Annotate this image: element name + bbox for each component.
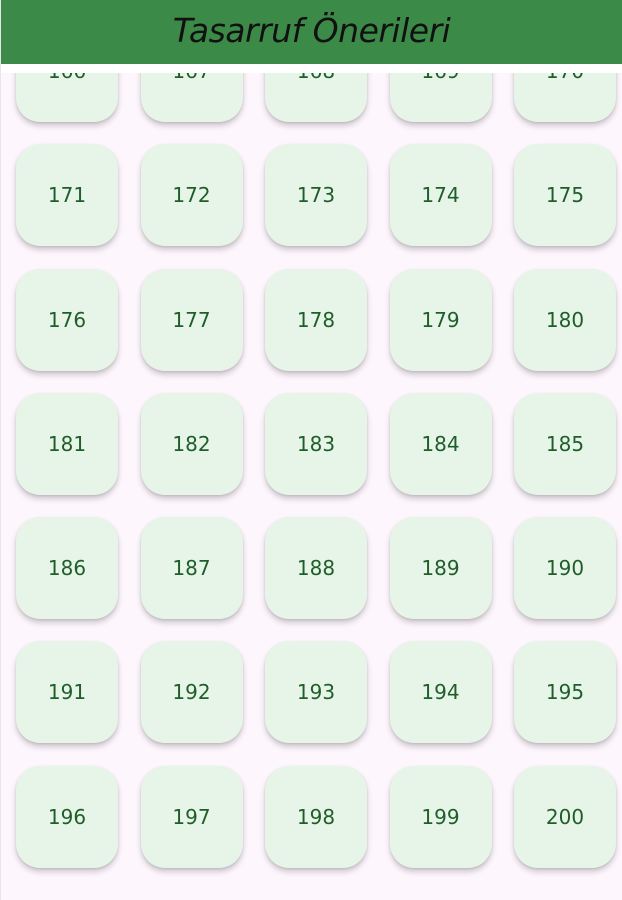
- suggestion-tile-label: 189: [421, 556, 460, 581]
- suggestion-tile-189[interactable]: 189: [389, 517, 492, 620]
- suggestion-tile-188[interactable]: 188: [265, 517, 367, 620]
- suggestion-tile-label: 188: [296, 556, 336, 581]
- suggestion-tile-label: 181: [47, 431, 87, 456]
- suggestion-tile-label: 193: [296, 680, 336, 705]
- suggestion-tile-170[interactable]: 170: [514, 73, 616, 122]
- suggestion-tile-label: 170: [546, 73, 584, 83]
- suggestion-tile-label: 176: [47, 307, 87, 332]
- suggestion-tile-label: 177: [172, 307, 211, 332]
- suggestion-tile-184[interactable]: 184: [389, 392, 492, 495]
- app-bar: Tasarruf Önerileri: [0, 0, 622, 64]
- suggestion-tile-label: 190: [545, 556, 585, 581]
- suggestion-tile-168[interactable]: 168: [265, 73, 367, 122]
- suggestion-tile-label: 178: [296, 307, 336, 332]
- divider: [0, 64, 622, 73]
- suggestion-tile-176[interactable]: 176: [16, 268, 118, 371]
- suggestion-tile-173[interactable]: 173: [265, 144, 367, 247]
- suggestion-tile-195[interactable]: 195: [514, 641, 616, 744]
- suggestion-tile-label: 184: [421, 431, 460, 456]
- suggestion-tile-181[interactable]: 181: [16, 392, 118, 495]
- suggestion-tile-label: 183: [296, 431, 336, 456]
- suggestion-tile-186[interactable]: 186: [16, 517, 118, 620]
- suggestion-tile-label: 174: [421, 183, 460, 208]
- suggestion-tile-label: 192: [172, 680, 211, 705]
- suggestions-grid: 166 167 168 169 170 171 172 173 174 175 176 177 178 1…: [16, 73, 616, 868]
- suggestion-tile-174[interactable]: 174: [389, 144, 492, 247]
- suggestion-tile-200[interactable]: 200: [514, 765, 616, 868]
- suggestion-tile-label: 187: [172, 556, 211, 581]
- suggestion-tile-label: 166: [48, 73, 86, 83]
- suggestion-tile-label: 173: [296, 183, 336, 208]
- suggestion-tile-171[interactable]: 171: [16, 144, 118, 247]
- suggestion-tile-label: 182: [172, 431, 211, 456]
- suggestion-tile-label: 199: [421, 804, 460, 829]
- suggestion-tile-label: 167: [172, 73, 210, 83]
- suggestion-tile-label: 198: [296, 804, 336, 829]
- suggestion-tile-label: 191: [47, 680, 87, 705]
- suggestion-tile-label: 195: [545, 680, 585, 705]
- suggestion-tile-198[interactable]: 198: [265, 765, 367, 868]
- suggestion-tile-label: 171: [47, 183, 87, 208]
- suggestion-tile-label: 194: [421, 680, 460, 705]
- suggestion-tile-label: 172: [172, 183, 211, 208]
- suggestion-tile-label: 169: [421, 73, 459, 83]
- suggestion-tile-199[interactable]: 199: [389, 765, 492, 868]
- suggestion-tile-185[interactable]: 185: [514, 392, 616, 495]
- suggestion-tile-label: 200: [545, 804, 585, 829]
- suggestion-tile-167[interactable]: 167: [140, 73, 243, 122]
- suggestion-tile-191[interactable]: 191: [16, 641, 118, 744]
- suggestion-tile-175[interactable]: 175: [514, 144, 616, 247]
- page-title: Tasarruf Önerileri: [172, 10, 451, 50]
- suggestions-grid-viewport[interactable]: 166 167 168 169 170 171 172 173 174 175 176 177 178 1…: [0, 73, 622, 900]
- suggestion-tile-label: 175: [545, 183, 585, 208]
- suggestion-tile-192[interactable]: 192: [140, 641, 243, 744]
- suggestion-tile-190[interactable]: 190: [514, 517, 616, 620]
- suggestion-tile-196[interactable]: 196: [16, 765, 118, 868]
- suggestion-tile-177[interactable]: 177: [140, 268, 243, 371]
- suggestion-tile-label: 197: [172, 804, 211, 829]
- suggestion-tile-183[interactable]: 183: [265, 392, 367, 495]
- suggestion-tile-187[interactable]: 187: [140, 517, 243, 620]
- suggestion-tile-label: 196: [47, 804, 87, 829]
- suggestion-tile-179[interactable]: 179: [389, 268, 492, 371]
- suggestion-tile-label: 186: [47, 556, 87, 581]
- suggestion-tile-180[interactable]: 180: [514, 268, 616, 371]
- suggestion-tile-label: 185: [545, 431, 585, 456]
- suggestion-tile-label: 179: [421, 307, 460, 332]
- suggestion-tile-label: 180: [545, 307, 585, 332]
- suggestion-tile-label: 168: [297, 73, 335, 83]
- suggestion-tile-197[interactable]: 197: [140, 765, 243, 868]
- suggestion-tile-166[interactable]: 166: [16, 73, 118, 122]
- suggestion-tile-193[interactable]: 193: [265, 641, 367, 744]
- suggestion-tile-182[interactable]: 182: [140, 392, 243, 495]
- suggestion-tile-169[interactable]: 169: [389, 73, 492, 122]
- suggestion-tile-194[interactable]: 194: [389, 641, 492, 744]
- suggestion-tile-178[interactable]: 178: [265, 268, 367, 371]
- suggestion-tile-172[interactable]: 172: [140, 144, 243, 247]
